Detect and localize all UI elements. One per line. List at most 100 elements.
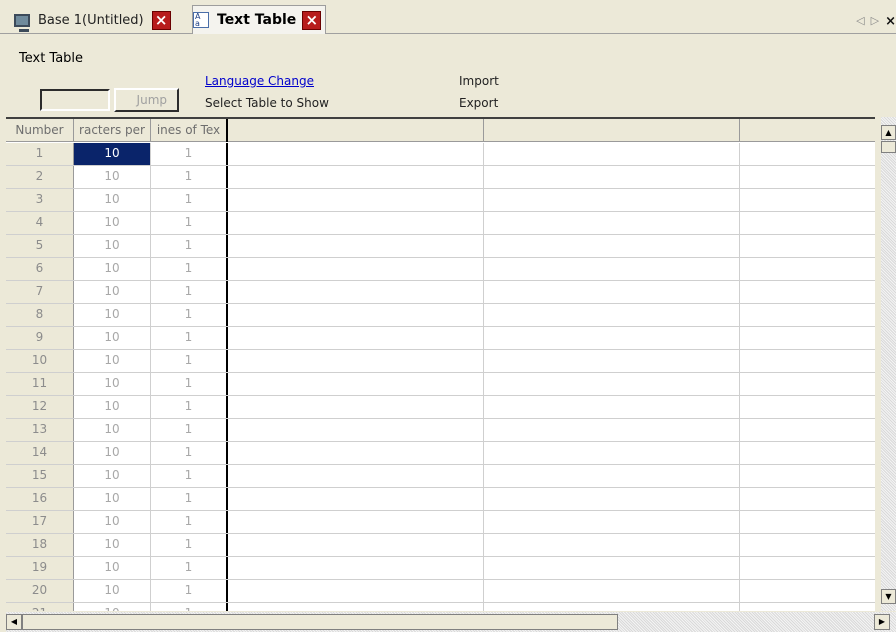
row-number-cell[interactable]: 8	[6, 304, 74, 326]
vertical-scrollbar[interactable]: ▲ ▼	[881, 117, 896, 611]
row-number-cell[interactable]: 7	[6, 281, 74, 303]
row-number-cell[interactable]: 10	[6, 350, 74, 372]
close-icon[interactable]: ×	[151, 10, 171, 30]
text-cell[interactable]	[484, 419, 740, 441]
text-cell[interactable]	[484, 534, 740, 556]
vertical-scroll-thumb[interactable]	[881, 141, 896, 153]
row-number-cell[interactable]: 4	[6, 212, 74, 234]
row-number-cell[interactable]: 13	[6, 419, 74, 441]
column-header-text-1[interactable]	[228, 119, 484, 142]
row-number-cell[interactable]: 21	[6, 603, 74, 611]
text-cell[interactable]	[484, 281, 740, 303]
jump-button[interactable]: Jump	[114, 88, 179, 112]
characters-per-line-cell[interactable]: 10	[74, 143, 151, 165]
text-cell[interactable]	[228, 534, 484, 556]
text-cell[interactable]	[484, 212, 740, 234]
text-cell[interactable]	[740, 166, 875, 188]
text-cell[interactable]	[740, 534, 875, 556]
table-row[interactable]: 18 10 1	[6, 534, 875, 557]
characters-per-line-cell[interactable]: 10	[74, 419, 151, 441]
characters-per-line-cell[interactable]: 10	[74, 557, 151, 579]
row-number-cell[interactable]: 2	[6, 166, 74, 188]
horizontal-scroll-thumb[interactable]	[22, 614, 618, 630]
text-cell[interactable]	[740, 235, 875, 257]
table-row[interactable]: 2 10 1	[6, 166, 875, 189]
lines-of-text-cell[interactable]: 1	[151, 281, 228, 303]
scroll-up-button[interactable]: ▲	[881, 125, 896, 140]
text-cell[interactable]	[228, 419, 484, 441]
characters-per-line-cell[interactable]: 10	[74, 511, 151, 533]
text-cell[interactable]	[228, 304, 484, 326]
text-cell[interactable]	[228, 373, 484, 395]
text-cell[interactable]	[228, 580, 484, 602]
characters-per-line-cell[interactable]: 10	[74, 258, 151, 280]
characters-per-line-cell[interactable]: 10	[74, 212, 151, 234]
text-cell[interactable]	[740, 603, 875, 611]
row-number-cell[interactable]: 17	[6, 511, 74, 533]
text-cell[interactable]	[740, 143, 875, 165]
text-cell[interactable]	[740, 304, 875, 326]
table-row[interactable]: 15 10 1	[6, 465, 875, 488]
table-row[interactable]: 20 10 1	[6, 580, 875, 603]
characters-per-line-cell[interactable]: 10	[74, 304, 151, 326]
export-button[interactable]: Export	[459, 96, 498, 110]
text-cell[interactable]	[740, 396, 875, 418]
text-cell[interactable]	[484, 465, 740, 487]
text-cell[interactable]	[740, 465, 875, 487]
characters-per-line-cell[interactable]: 10	[74, 350, 151, 372]
tab-next-icon[interactable]: ▷	[871, 14, 879, 29]
tab-text-table[interactable]: Aa Text Table ×	[192, 5, 327, 34]
table-row[interactable]: 3 10 1	[6, 189, 875, 212]
text-cell[interactable]	[228, 511, 484, 533]
text-cell[interactable]	[484, 396, 740, 418]
characters-per-line-cell[interactable]: 10	[74, 166, 151, 188]
text-cell[interactable]	[228, 281, 484, 303]
characters-per-line-cell[interactable]: 10	[74, 603, 151, 611]
table-row[interactable]: 14 10 1	[6, 442, 875, 465]
text-cell[interactable]	[228, 235, 484, 257]
text-cell[interactable]	[484, 557, 740, 579]
characters-per-line-cell[interactable]: 10	[74, 189, 151, 211]
text-cell[interactable]	[228, 166, 484, 188]
row-number-cell[interactable]: 14	[6, 442, 74, 464]
text-cell[interactable]	[740, 419, 875, 441]
text-cell[interactable]	[484, 189, 740, 211]
text-cell[interactable]	[484, 304, 740, 326]
characters-per-line-cell[interactable]: 10	[74, 534, 151, 556]
close-all-icon[interactable]: ×	[885, 14, 896, 29]
text-cell[interactable]	[484, 235, 740, 257]
table-row[interactable]: 13 10 1	[6, 419, 875, 442]
lines-of-text-cell[interactable]: 1	[151, 488, 228, 510]
scroll-right-button[interactable]: ▶	[874, 614, 890, 630]
row-number-cell[interactable]: 16	[6, 488, 74, 510]
row-number-cell[interactable]: 3	[6, 189, 74, 211]
text-cell[interactable]	[228, 189, 484, 211]
text-cell[interactable]	[740, 442, 875, 464]
scroll-left-button[interactable]: ◀	[6, 614, 22, 630]
text-cell[interactable]	[484, 511, 740, 533]
lines-of-text-cell[interactable]: 1	[151, 166, 228, 188]
row-number-cell[interactable]: 12	[6, 396, 74, 418]
characters-per-line-cell[interactable]: 10	[74, 442, 151, 464]
lines-of-text-cell[interactable]: 1	[151, 350, 228, 372]
text-cell[interactable]	[740, 511, 875, 533]
jump-input[interactable]	[40, 89, 110, 111]
tab-base-1[interactable]: Base 1(Untitled) ×	[14, 6, 171, 34]
horizontal-scrollbar[interactable]: ◀ ▶	[6, 612, 896, 632]
text-cell[interactable]	[228, 212, 484, 234]
text-cell[interactable]	[484, 258, 740, 280]
text-cell[interactable]	[228, 258, 484, 280]
text-cell[interactable]	[740, 350, 875, 372]
column-header-characters-per-line[interactable]: racters per	[74, 119, 151, 142]
row-number-cell[interactable]: 15	[6, 465, 74, 487]
lines-of-text-cell[interactable]: 1	[151, 189, 228, 211]
lines-of-text-cell[interactable]: 1	[151, 603, 228, 611]
lines-of-text-cell[interactable]: 1	[151, 212, 228, 234]
text-cell[interactable]	[484, 603, 740, 611]
characters-per-line-cell[interactable]: 10	[74, 281, 151, 303]
text-cell[interactable]	[484, 166, 740, 188]
text-cell[interactable]	[484, 350, 740, 372]
table-row[interactable]: 11 10 1	[6, 373, 875, 396]
table-row[interactable]: 9 10 1	[6, 327, 875, 350]
text-cell[interactable]	[228, 327, 484, 349]
